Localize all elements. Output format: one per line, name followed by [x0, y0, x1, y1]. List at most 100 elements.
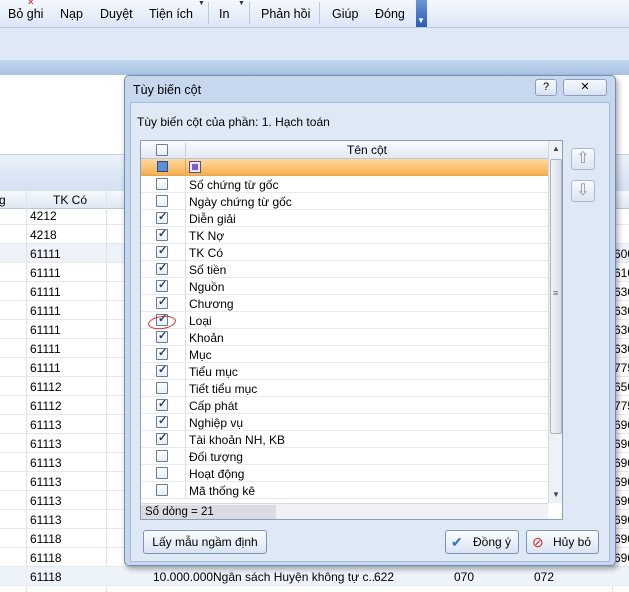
column-visible-checkbox[interactable]: [156, 467, 168, 479]
cancel-button[interactable]: ⊘ Hủy bỏ: [526, 530, 599, 554]
move-up-button[interactable]: ⇧: [571, 148, 595, 170]
column-list-item[interactable]: Tiểu mục: [141, 363, 548, 380]
ok-button[interactable]: ✔ Đồng ý: [445, 530, 519, 554]
column-divider: [185, 227, 186, 244]
column-divider: [185, 448, 186, 465]
select-all-checkbox[interactable]: [156, 144, 168, 156]
review-button[interactable]: Duyệt: [100, 7, 133, 21]
default-template-button[interactable]: Lấy mẫu ngầm định: [143, 530, 267, 554]
toolbar-divider: [249, 2, 250, 24]
column-visible-checkbox[interactable]: [156, 346, 168, 360]
cell-tk-co: 61118: [30, 570, 62, 584]
scroll-thumb[interactable]: ≡: [550, 159, 562, 434]
cell-partial: 630: [614, 304, 629, 318]
column-visible-checkbox[interactable]: [156, 484, 168, 496]
unpost-button[interactable]: Bỏ ghi: [8, 7, 43, 21]
column-visible-checkbox[interactable]: [156, 210, 168, 224]
cell-partial: 630: [614, 323, 629, 337]
column-list-item[interactable]: Mục: [141, 346, 548, 363]
print-dropdown-icon[interactable]: ▼: [238, 0, 246, 10]
cell-tk-co: 61113: [30, 475, 62, 489]
column-list-item[interactable]: Nghiệp vụ: [141, 414, 548, 431]
toolbar-divider: [319, 2, 320, 24]
column-list-item[interactable]: TK Nợ: [141, 227, 548, 244]
utilities-button[interactable]: Tiện ích: [149, 7, 193, 21]
column-divider: [185, 278, 186, 295]
column-name-label: Nghiệp vụ: [189, 416, 244, 430]
column-list-item[interactable]: Ngày chứng từ gốc: [141, 193, 548, 210]
vertical-scrollbar[interactable]: ▲ ≡ ▼: [548, 141, 562, 503]
cell-partial: 775: [614, 361, 629, 375]
column-header-partial[interactable]: g: [0, 193, 6, 207]
column-list-item[interactable]: Đối tượng: [141, 448, 548, 465]
column-list-item[interactable]: Số chứng từ gốc: [141, 176, 548, 193]
column-visible-checkbox[interactable]: [156, 278, 168, 292]
column-name-label: Đối tượng: [189, 450, 243, 464]
column-visible-checkbox[interactable]: [156, 178, 168, 190]
dialog-subtitle: Tùy biến cột của phần: 1. Hạch toán: [137, 115, 330, 129]
cell-partial: 650: [614, 380, 629, 394]
column-visible-checkbox[interactable]: [156, 397, 168, 411]
cell-partial: 690: [614, 513, 629, 527]
close-icon[interactable]: ✕: [563, 79, 607, 96]
column-list-item[interactable]: Tiết tiểu mục: [141, 380, 548, 397]
print-button[interactable]: In: [219, 7, 229, 21]
column-list-item[interactable]: Hoạt động: [141, 465, 548, 482]
column-divider: [185, 397, 186, 414]
column-name-label: Chương: [189, 297, 234, 311]
column-divider: [185, 346, 186, 363]
column-visible-checkbox[interactable]: [156, 295, 168, 309]
column-list-item[interactable]: Diễn giải: [141, 210, 548, 227]
help-button[interactable]: Giúp: [332, 7, 358, 21]
chevron-down-icon: ▼: [417, 16, 425, 25]
column-list-item[interactable]: Số tiền: [141, 261, 548, 278]
column-visible-checkbox[interactable]: [156, 414, 168, 428]
column-visible-checkbox[interactable]: [156, 450, 168, 462]
scroll-down-icon[interactable]: ▼: [550, 488, 562, 502]
cell-tk-co: 61113: [30, 513, 62, 527]
column-list-item[interactable]: Nguồn: [141, 278, 548, 295]
column-visible-checkbox[interactable]: [156, 261, 168, 275]
cancel-label: Hủy bỏ: [553, 535, 592, 549]
column-list-item[interactable]: Mã thống kê: [141, 482, 548, 499]
scroll-up-icon[interactable]: ▲: [550, 142, 562, 156]
column-list-item[interactable]: Cấp phát: [141, 397, 548, 414]
feedback-button[interactable]: Phản hồi: [261, 7, 310, 21]
cell-code: 070: [454, 570, 475, 584]
utilities-dropdown-icon[interactable]: ▼: [198, 0, 206, 10]
column-divider: [185, 244, 186, 261]
cell-tk-co: 61113: [30, 437, 62, 451]
close-button[interactable]: Đóng: [375, 7, 405, 21]
move-down-button[interactable]: ⇩: [571, 180, 595, 202]
cell-amount: 10.000.000: [153, 570, 214, 584]
load-button[interactable]: Nạp: [60, 7, 83, 21]
column-list-item[interactable]: TK Có: [141, 244, 548, 261]
row-count: Số dòng = 21: [141, 505, 276, 519]
checkmark-icon: ✔: [451, 534, 463, 550]
column-header-tk-co[interactable]: TK Có: [53, 193, 87, 207]
table-row[interactable]: 61118 10.000.000 Ngân sách Huyện không t…: [0, 567, 629, 586]
filter-checkbox-icon[interactable]: [157, 161, 168, 172]
column-visible-checkbox[interactable]: [156, 363, 168, 377]
cell-tk-co: 4218: [30, 228, 57, 242]
column-name-label: Số tiền: [189, 263, 227, 277]
column-visible-checkbox[interactable]: [156, 227, 168, 241]
column-visible-checkbox[interactable]: [156, 382, 168, 394]
column-divider: [185, 465, 186, 482]
filter-row[interactable]: [141, 159, 548, 176]
toolbar-divider: [208, 2, 209, 24]
column-list-item[interactable]: Loại: [141, 312, 548, 329]
filter-editor-icon[interactable]: [189, 161, 201, 173]
column-list-item[interactable]: Tài khoản NH, KB: [141, 431, 548, 448]
column-visible-checkbox[interactable]: [156, 329, 168, 343]
column-list-item[interactable]: Chương: [141, 295, 548, 312]
column-visible-checkbox[interactable]: [156, 431, 168, 445]
column-visible-checkbox[interactable]: [156, 244, 168, 258]
column-list-item[interactable]: Khoản: [141, 329, 548, 346]
cell-partial: 775: [614, 399, 629, 413]
filter-divider: [185, 159, 186, 176]
help-icon[interactable]: ?: [535, 79, 557, 96]
column-visible-checkbox[interactable]: [156, 195, 168, 207]
column-name-header[interactable]: Tên cột: [185, 143, 548, 157]
toolbar-overflow-button[interactable]: ▼: [416, 0, 427, 27]
